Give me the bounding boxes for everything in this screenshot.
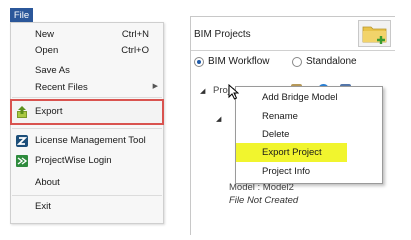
- file-menu-tab[interactable]: File: [10, 8, 33, 23]
- tree-collapse-icon[interactable]: ◢: [216, 115, 221, 123]
- menu-item-label: Exit: [35, 201, 51, 212]
- menu-item-about[interactable]: About: [11, 175, 163, 191]
- projectwise-icon: [15, 154, 29, 168]
- panel-title: BIM Projects: [194, 29, 251, 40]
- export-icon: [15, 105, 29, 119]
- radio-bim-workflow[interactable]: [194, 57, 204, 67]
- menu-item-label: Export: [35, 106, 63, 117]
- folder-add-icon: [362, 26, 387, 44]
- menu-item-label: About: [35, 177, 60, 188]
- radio-standalone[interactable]: [292, 57, 302, 67]
- menu-item-exit[interactable]: Exit: [11, 199, 163, 215]
- model-status-text: File Not Created: [229, 195, 299, 206]
- ctx-item-project-info[interactable]: Project Info: [262, 166, 310, 177]
- license-tool-icon: [15, 134, 29, 148]
- menu-item-label: Recent Files: [35, 82, 88, 93]
- menu-item-save-as[interactable]: Save As: [11, 63, 163, 79]
- project-context-menu: Add Bridge Model Rename Delete Export Pr…: [235, 86, 383, 184]
- ctx-item-export-project[interactable]: Export Project: [262, 147, 322, 158]
- ctx-item-rename[interactable]: Rename: [262, 111, 298, 122]
- tree-collapse-icon[interactable]: ◢: [200, 87, 205, 95]
- menu-item-label: ProjectWise Login: [35, 155, 112, 166]
- menu-item-new[interactable]: New Ctrl+N: [11, 27, 163, 43]
- menu-separator: [12, 97, 162, 98]
- file-menu-panel: New Ctrl+N Open Ctrl+O Save As Recent Fi…: [10, 22, 164, 224]
- menu-item-recent-files[interactable]: Recent Files ▶: [11, 80, 163, 96]
- title-divider: [191, 50, 395, 51]
- menu-item-projectwise-login[interactable]: ProjectWise Login: [11, 153, 163, 169]
- submenu-arrow-icon: ▶: [152, 83, 158, 90]
- menu-item-shortcut: Ctrl+N: [121, 29, 149, 40]
- radio-label: BIM Workflow: [208, 56, 270, 67]
- menu-item-shortcut: Ctrl+O: [121, 45, 149, 56]
- new-project-button[interactable]: [358, 20, 391, 47]
- menu-item-open[interactable]: Open Ctrl+O: [11, 43, 163, 59]
- menu-item-label: License Management Tool: [35, 135, 146, 146]
- radio-label: Standalone: [306, 56, 357, 67]
- mouse-cursor-icon: [228, 84, 239, 100]
- menu-item-label: Save As: [35, 65, 70, 76]
- menu-item-license-management-tool[interactable]: License Management Tool: [11, 133, 163, 149]
- ctx-item-add-bridge-model[interactable]: Add Bridge Model: [262, 92, 338, 103]
- ctx-item-delete[interactable]: Delete: [262, 129, 289, 140]
- menu-item-label: New: [35, 29, 55, 40]
- menu-item-export[interactable]: Export: [11, 104, 163, 120]
- menu-item-label: Open: [35, 45, 59, 56]
- menu-separator: [12, 195, 162, 196]
- menu-separator: [12, 128, 162, 129]
